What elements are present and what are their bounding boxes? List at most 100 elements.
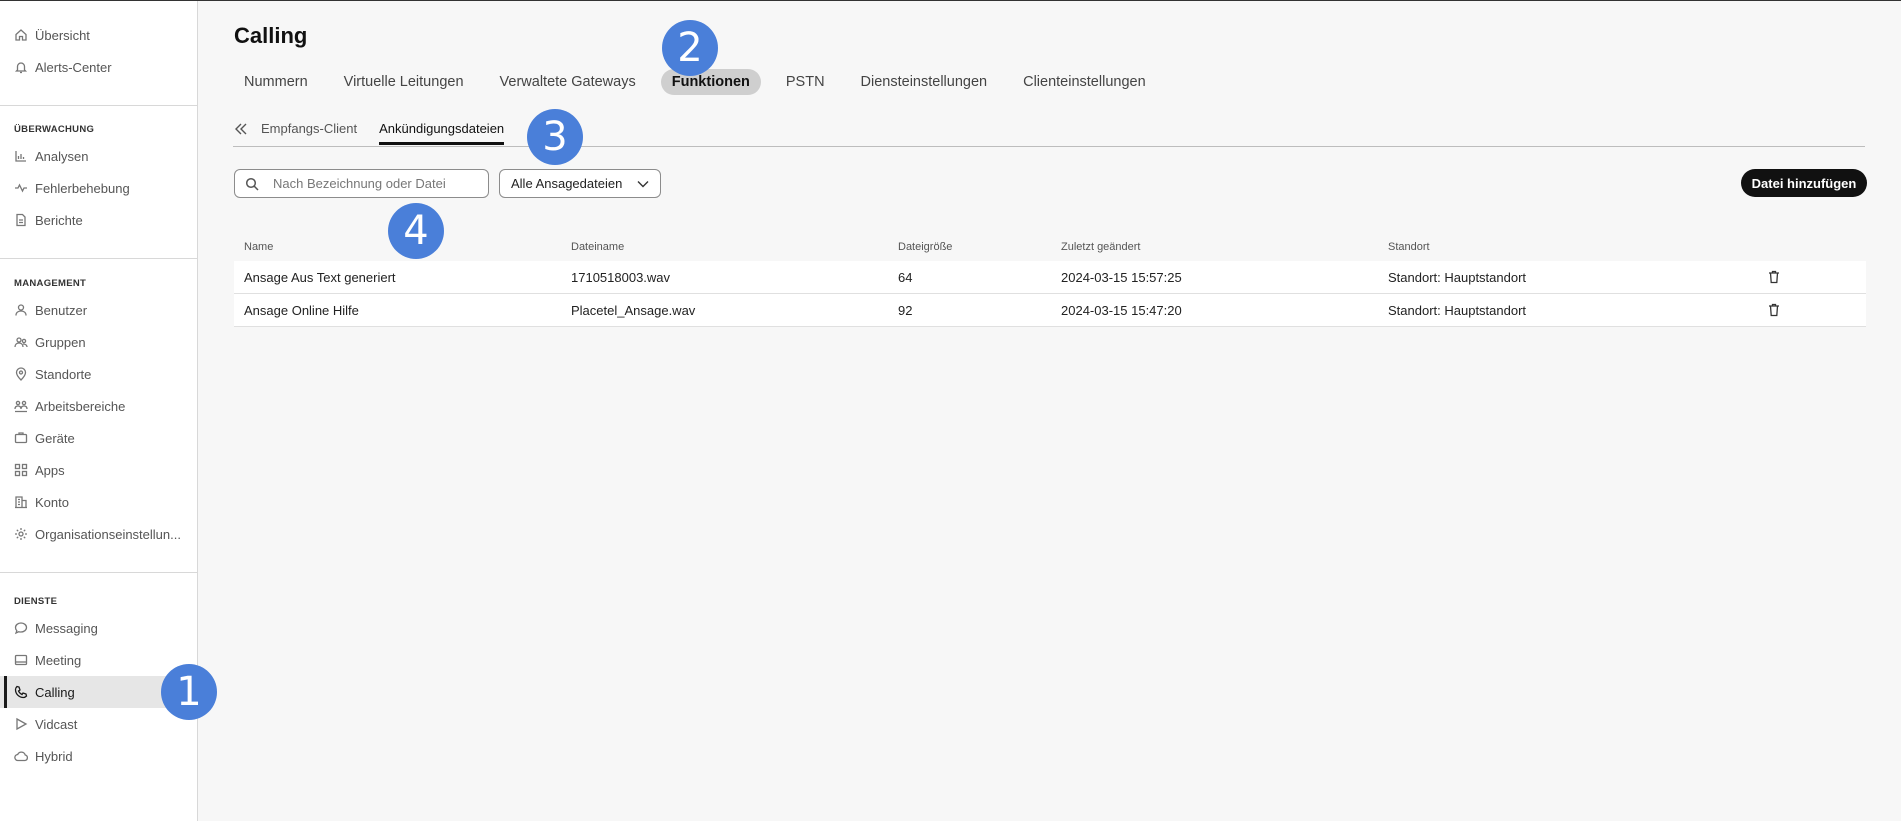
subtab-ankuendigungsdateien[interactable]: Ankündigungsdateien bbox=[379, 119, 505, 145]
home-icon bbox=[13, 27, 29, 43]
sidebar-item-label: Meeting bbox=[35, 652, 82, 668]
tab-clienteinstellungen[interactable]: Clienteinstellungen bbox=[1012, 69, 1157, 95]
bell-icon bbox=[13, 59, 29, 75]
tab-virtuelle-leitungen[interactable]: Virtuelle Leitungen bbox=[333, 69, 475, 95]
sidebar-item-messaging[interactable]: Messaging bbox=[0, 612, 197, 644]
collapse-button[interactable] bbox=[233, 119, 257, 139]
tab-pstn[interactable]: PSTN bbox=[775, 69, 836, 95]
tab-nummern[interactable]: Nummern bbox=[233, 69, 319, 95]
sidebar-section-management: MANAGEMENT Benutzer Gruppen Standorte Ar… bbox=[0, 259, 197, 550]
column-header-dateigroesse[interactable]: Dateigröße bbox=[888, 241, 1051, 253]
sidebar-item-arbeitsbereiche[interactable]: Arbeitsbereiche bbox=[0, 390, 197, 422]
sidebar-item-label: Konto bbox=[35, 494, 69, 510]
table-row[interactable]: Ansage Online Hilfe Placetel_Ansage.wav … bbox=[234, 294, 1866, 327]
step-marker-3: 3 bbox=[527, 109, 583, 165]
sidebar-item-label: Geräte bbox=[35, 430, 75, 446]
tab-funktionen[interactable]: Funktionen bbox=[660, 69, 761, 95]
sidebar-item-organisationseinstellungen[interactable]: Organisationseinstellun... bbox=[0, 518, 197, 550]
device-icon bbox=[13, 430, 29, 446]
sidebar-item-label: Messaging bbox=[35, 620, 98, 636]
sidebar-item-label: Gruppen bbox=[35, 334, 86, 350]
chart-icon bbox=[13, 148, 29, 164]
group-icon bbox=[13, 334, 29, 350]
cell-filesize: 92 bbox=[898, 302, 913, 318]
column-header-zuletzt-geaendert[interactable]: Zuletzt geändert bbox=[1051, 241, 1378, 253]
sidebar-item-label: Standorte bbox=[35, 366, 92, 382]
sidebar-top-group: Übersicht Alerts-Center bbox=[0, 1, 197, 83]
add-file-button[interactable]: Datei hinzufügen bbox=[1741, 169, 1867, 197]
sidebar-item-gruppen[interactable]: Gruppen bbox=[0, 326, 197, 358]
sidebar-item-standorte[interactable]: Standorte bbox=[0, 358, 197, 390]
search-icon bbox=[245, 177, 259, 191]
search-field[interactable] bbox=[234, 169, 489, 198]
document-icon bbox=[13, 212, 29, 228]
file-type-filter-dropdown[interactable]: Alle Ansagedateien bbox=[499, 169, 661, 198]
sidebar-item-label: Übersicht bbox=[35, 27, 90, 43]
sidebar-item-label: Berichte bbox=[35, 212, 83, 228]
cell-actions bbox=[1768, 270, 1866, 284]
sidebar-item-analysen[interactable]: Analysen bbox=[0, 140, 197, 172]
delete-button[interactable] bbox=[1768, 270, 1780, 284]
column-header-dateiname[interactable]: Dateiname bbox=[561, 241, 888, 253]
sidebar-item-hybrid[interactable]: Hybrid bbox=[0, 740, 197, 772]
sidebar-section-heading: DIENSTE bbox=[14, 595, 58, 607]
main-content: Calling Nummern Virtuelle Leitungen Verw… bbox=[199, 1, 1901, 821]
subtabs-bar: Empfangs-Client Ankündigungsdateien bbox=[233, 119, 1865, 147]
cell-filename: 1710518003.wav bbox=[571, 269, 671, 285]
sidebar-item-alerts-center[interactable]: Alerts-Center bbox=[0, 51, 197, 83]
location-icon bbox=[13, 366, 29, 382]
cell-location: Standort: Hauptstandort bbox=[1388, 302, 1527, 318]
building-icon bbox=[13, 494, 29, 510]
sidebar-item-label: Calling bbox=[35, 684, 75, 700]
sidebar-item-label: Organisationseinstellun... bbox=[35, 526, 181, 542]
chat-icon bbox=[13, 620, 29, 636]
sidebar-item-label: Benutzer bbox=[35, 302, 88, 318]
sidebar-section-monitoring: ÜBERWACHUNG Analysen Fehlerbehebung Beri… bbox=[0, 106, 197, 236]
table-header: Name Dateiname Dateigröße Zuletzt geände… bbox=[234, 233, 1866, 261]
tab-diensteinstellungen[interactable]: Diensteinstellungen bbox=[850, 69, 999, 95]
cell-modified: 2024-03-15 15:47:20 bbox=[1061, 302, 1182, 318]
subtab-list: Empfangs-Client Ankündigungsdateien bbox=[261, 119, 526, 145]
phone-icon bbox=[13, 684, 29, 700]
sidebar-item-label: Vidcast bbox=[35, 716, 78, 732]
play-icon bbox=[13, 716, 29, 732]
subtab-empfangs-client[interactable]: Empfangs-Client bbox=[261, 119, 357, 144]
chevron-down-icon bbox=[637, 180, 649, 187]
cell-filename: Placetel_Ansage.wav bbox=[571, 302, 696, 318]
cell-modified: 2024-03-15 15:57:25 bbox=[1061, 269, 1182, 285]
sidebar-item-label: Arbeitsbereiche bbox=[35, 398, 126, 414]
cell-name: Ansage Online Hilfe bbox=[244, 302, 359, 318]
cloud-icon bbox=[13, 748, 29, 764]
column-header-standort[interactable]: Standort bbox=[1378, 241, 1768, 253]
sidebar-item-fehlerbehebung[interactable]: Fehlerbehebung bbox=[0, 172, 197, 204]
sidebar-item-label: Fehlerbehebung bbox=[35, 180, 130, 196]
double-chevron-left-icon bbox=[235, 123, 247, 135]
table-row[interactable]: Ansage Aus Text generiert 1710518003.wav… bbox=[234, 261, 1866, 294]
sidebar-item-vidcast[interactable]: Vidcast bbox=[0, 708, 197, 740]
cell-actions bbox=[1768, 303, 1866, 317]
step-marker-4: 4 bbox=[388, 203, 444, 259]
sidebar-item-label: Apps bbox=[35, 462, 65, 478]
user-icon bbox=[13, 302, 29, 318]
sidebar-item-meeting[interactable]: Meeting bbox=[0, 644, 197, 676]
cell-location: Standort: Hauptstandort bbox=[1388, 269, 1527, 285]
step-marker-1: 1 bbox=[161, 664, 217, 720]
sidebar-item-overview[interactable]: Übersicht bbox=[0, 19, 197, 51]
page-title: Calling bbox=[234, 23, 308, 48]
sidebar-item-label: Alerts-Center bbox=[35, 59, 112, 75]
trash-icon bbox=[1769, 303, 1779, 317]
sidebar-section-heading: MANAGEMENT bbox=[14, 277, 87, 289]
sidebar-item-berichte[interactable]: Berichte bbox=[0, 204, 197, 236]
delete-button[interactable] bbox=[1768, 303, 1780, 317]
sidebar-item-label: Analysen bbox=[35, 148, 89, 164]
sidebar-item-apps[interactable]: Apps bbox=[0, 454, 197, 486]
gear-icon bbox=[13, 526, 29, 542]
sidebar-item-benutzer[interactable]: Benutzer bbox=[0, 294, 197, 326]
sidebar-item-konto[interactable]: Konto bbox=[0, 486, 197, 518]
tab-verwaltete-gateways[interactable]: Verwaltete Gateways bbox=[489, 69, 647, 95]
apps-icon bbox=[13, 462, 29, 478]
meeting-icon bbox=[13, 652, 29, 668]
search-input[interactable] bbox=[273, 176, 448, 191]
sidebar-item-geraete[interactable]: Geräte bbox=[0, 422, 197, 454]
announcement-files-table: Name Dateiname Dateigröße Zuletzt geände… bbox=[234, 233, 1866, 327]
